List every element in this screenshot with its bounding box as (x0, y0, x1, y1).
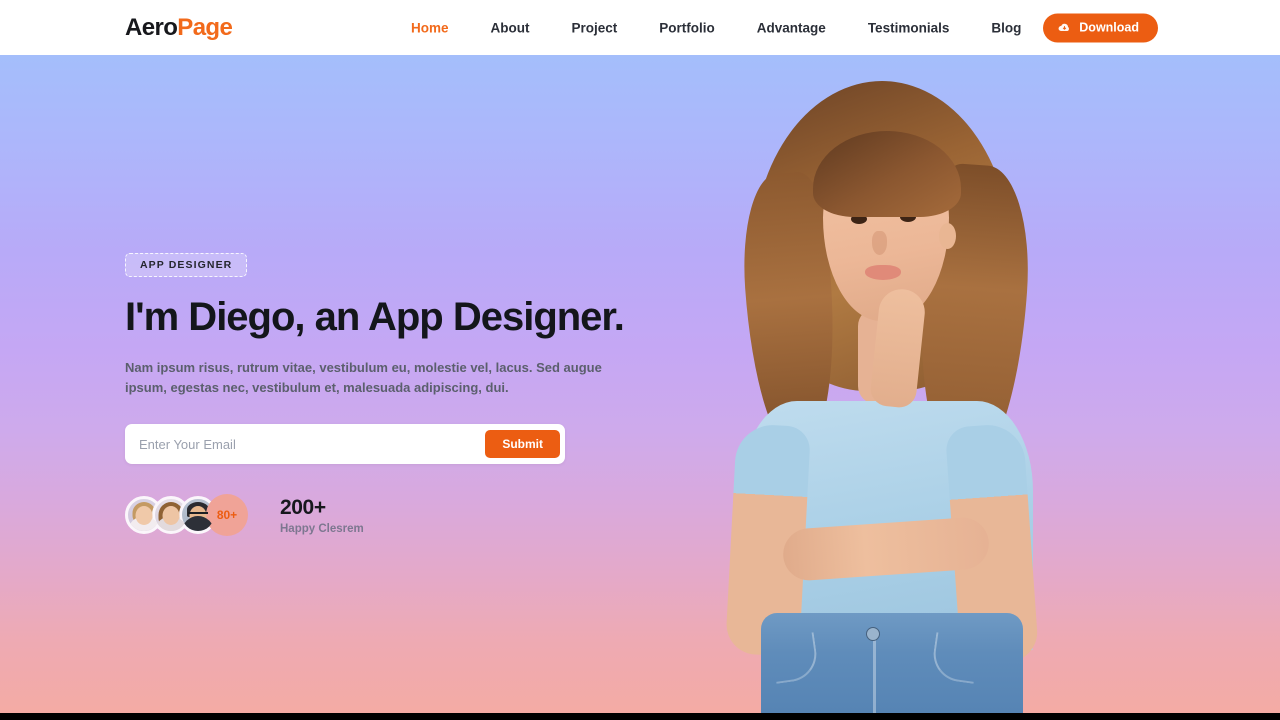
social-proof: 80+ 200+ Happy Clesrem (125, 494, 685, 537)
nav-item-home[interactable]: Home (390, 21, 470, 35)
bottom-bar (0, 713, 1280, 720)
download-button[interactable]: Download (1043, 13, 1158, 42)
submit-button[interactable]: Submit (485, 430, 560, 459)
hero-copy: APP DESIGNER I'm Diego, an App Designer.… (125, 253, 685, 537)
happy-clients-count: 200+ (280, 495, 326, 519)
nav-item-blog[interactable]: Blog (970, 21, 1042, 35)
nav-item-about[interactable]: About (470, 21, 551, 35)
main-navigation: Home About Project Portfolio Advantage T… (390, 21, 1042, 35)
logo-text-accent: Page (177, 13, 233, 41)
site-logo[interactable]: AeroPage (125, 13, 233, 41)
avatar-group: 80+ (125, 494, 248, 537)
logo-text-primary: Aero (125, 13, 178, 41)
nav-item-testimonials[interactable]: Testimonials (847, 21, 971, 35)
hero-subtitle: Nam ipsum risus, rutrum vitae, vestibulu… (125, 360, 602, 395)
cloud-download-icon (1058, 21, 1071, 34)
nav-item-portfolio[interactable]: Portfolio (638, 21, 736, 35)
hero-section: APP DESIGNER I'm Diego, an App Designer.… (0, 55, 1280, 713)
email-input[interactable] (125, 436, 486, 452)
hero-eyebrow-badge: APP DESIGNER (125, 253, 248, 277)
hero-person-image (725, 55, 1055, 713)
hero-title: I'm Diego, an App Designer. (125, 295, 625, 339)
nav-item-project[interactable]: Project (551, 21, 639, 35)
email-subscribe-form: Submit (125, 424, 565, 465)
nav-item-advantage[interactable]: Advantage (736, 21, 847, 35)
site-header: AeroPage Home About Project Portfolio Ad… (0, 0, 1280, 55)
social-proof-stats: 200+ Happy Clesrem (280, 496, 364, 535)
happy-clients-label: Happy Clesrem (280, 522, 364, 535)
download-button-label: Download (1079, 20, 1139, 35)
